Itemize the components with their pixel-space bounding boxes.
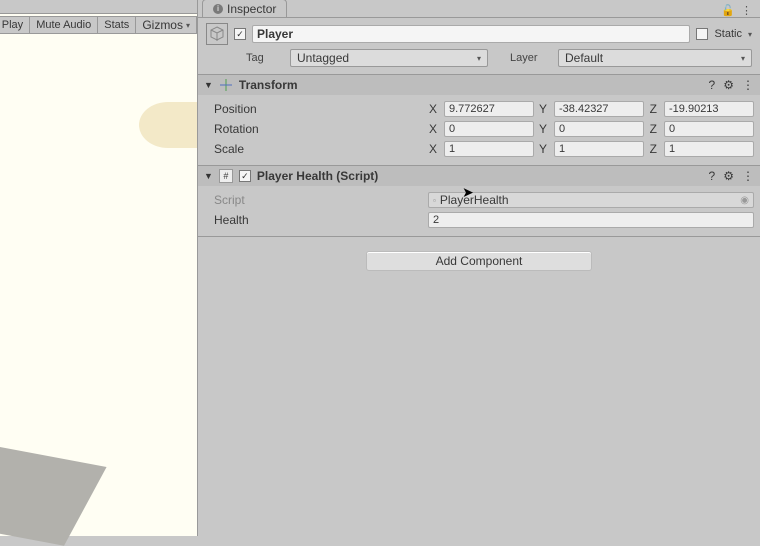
scene-view: Play Mute Audio Stats Gizmos ▾	[0, 0, 198, 536]
scale-z-input[interactable]	[664, 141, 754, 157]
mute-audio-toggle[interactable]: Mute Audio	[30, 16, 98, 34]
static-label: Static	[714, 28, 742, 40]
script-asset-icon: ▫	[433, 196, 436, 205]
health-row: Health	[214, 210, 754, 230]
static-checkbox[interactable]	[696, 28, 708, 40]
rotation-z-input[interactable]	[664, 121, 754, 137]
transform-header[interactable]: ▼ Transform ? ⚙ ⋮	[198, 75, 760, 95]
chevron-down-icon: ▾	[186, 21, 190, 30]
lock-icon[interactable]: 🔓	[721, 4, 735, 17]
menu-icon[interactable]: ⋮	[742, 169, 754, 183]
position-x-input[interactable]	[444, 101, 534, 117]
info-icon: i	[213, 4, 223, 14]
preset-icon[interactable]: ⚙	[723, 169, 734, 183]
transform-title: Transform	[239, 78, 703, 92]
preset-icon[interactable]: ⚙	[723, 78, 734, 92]
z-label: Z	[648, 102, 660, 116]
script-icon: #	[219, 169, 233, 183]
object-picker-icon[interactable]: ◉	[740, 195, 749, 206]
scene-viewport[interactable]	[0, 34, 197, 536]
cube-icon	[209, 26, 225, 42]
help-icon[interactable]: ?	[709, 169, 716, 183]
scene-object-tri	[0, 446, 107, 546]
gizmos-label: Gizmos	[142, 18, 183, 32]
tag-label: Tag	[246, 52, 284, 64]
position-z-input[interactable]	[664, 101, 754, 117]
scene-object-blob	[139, 102, 197, 148]
layer-value: Default	[565, 51, 603, 65]
player-health-header[interactable]: ▼ # Player Health (Script) ? ⚙ ⋮	[198, 166, 760, 186]
stats-toggle[interactable]: Stats	[98, 16, 136, 34]
scene-toolbar: Play Mute Audio Stats Gizmos ▾	[0, 16, 197, 34]
scale-row: Scale X Y Z	[214, 139, 754, 159]
player-health-body: Script ▫ PlayerHealth ◉ Health ➤	[198, 186, 760, 236]
rotation-label: Rotation	[214, 122, 424, 136]
inspector-tab[interactable]: i Inspector	[202, 0, 287, 17]
static-chevron-down-icon[interactable]: ▾	[748, 30, 752, 39]
component-enabled-checkbox[interactable]	[239, 170, 251, 182]
script-value: PlayerHealth	[440, 193, 509, 207]
y-label: Y	[538, 102, 550, 116]
fold-icon[interactable]: ▼	[204, 171, 213, 181]
layer-dropdown[interactable]: Default ▾	[558, 49, 752, 67]
rotation-row: Rotation X Y Z	[214, 119, 754, 139]
transform-component: ▼ Transform ? ⚙ ⋮ Position X Y Z Rotatio…	[198, 75, 760, 166]
health-label: Health	[214, 213, 424, 227]
position-label: Position	[214, 102, 424, 116]
gameobject-icon[interactable]	[206, 23, 228, 45]
menu-icon[interactable]: ⋮	[742, 78, 754, 92]
position-row: Position X Y Z	[214, 99, 754, 119]
fold-icon[interactable]: ▼	[204, 80, 213, 90]
inspector-tab-row: i Inspector 🔓 ⋮	[198, 0, 760, 18]
help-icon[interactable]: ?	[709, 78, 716, 92]
script-row: Script ▫ PlayerHealth ◉	[214, 190, 754, 210]
scale-x-input[interactable]	[444, 141, 534, 157]
inspector-tab-label: Inspector	[227, 2, 276, 16]
chevron-down-icon: ▾	[477, 54, 481, 63]
inspector-panel: i Inspector 🔓 ⋮ Static ▾ Tag Untagged ▾ …	[198, 0, 760, 536]
scale-y-input[interactable]	[554, 141, 644, 157]
enabled-checkbox[interactable]	[234, 28, 246, 40]
player-health-title: Player Health (Script)	[257, 169, 703, 183]
layer-label: Layer	[510, 52, 548, 64]
position-y-input[interactable]	[554, 101, 644, 117]
transform-icon	[219, 78, 233, 92]
panel-menu-icon[interactable]: ⋮	[741, 4, 752, 17]
gameobject-name-input[interactable]	[252, 25, 690, 43]
rotation-y-input[interactable]	[554, 121, 644, 137]
x-label: X	[428, 102, 440, 116]
script-field[interactable]: ▫ PlayerHealth ◉	[428, 192, 754, 208]
gizmos-toggle[interactable]: Gizmos ▾	[136, 16, 197, 34]
play-toggle[interactable]: Play	[0, 16, 30, 34]
scale-label: Scale	[214, 142, 424, 156]
tag-value: Untagged	[297, 51, 349, 65]
gameobject-header: Static ▾ Tag Untagged ▾ Layer Default ▾	[198, 18, 760, 75]
chevron-down-icon: ▾	[741, 54, 745, 63]
rotation-x-input[interactable]	[444, 121, 534, 137]
transform-body: Position X Y Z Rotation X Y Z Scale X Y …	[198, 95, 760, 165]
add-component-button[interactable]: Add Component	[366, 251, 592, 271]
player-health-component: ▼ # Player Health (Script) ? ⚙ ⋮ Script …	[198, 166, 760, 237]
script-label: Script	[214, 193, 424, 207]
tag-dropdown[interactable]: Untagged ▾	[290, 49, 488, 67]
scene-tab-strip	[0, 0, 197, 14]
health-input[interactable]	[428, 212, 754, 228]
